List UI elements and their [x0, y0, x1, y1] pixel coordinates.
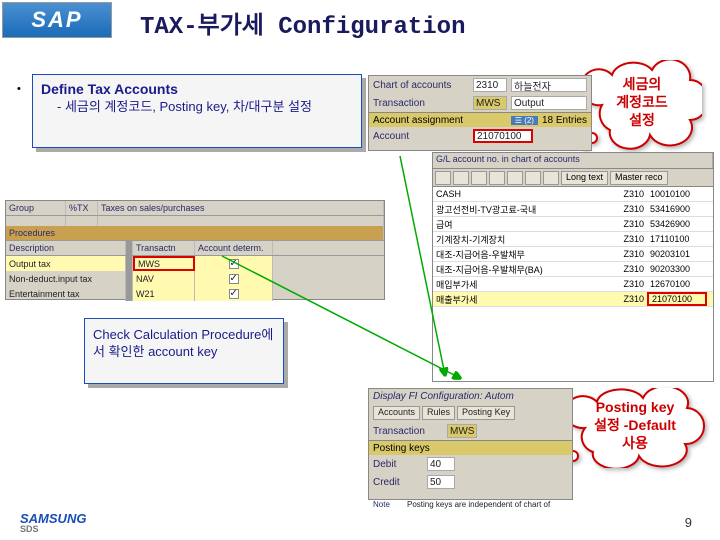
tool-icon[interactable]: [543, 171, 559, 185]
tool-icon[interactable]: [507, 171, 523, 185]
gl-row[interactable]: 대조-지급어음-우발채무(BA)Z31090203300: [433, 262, 713, 277]
transaction-value[interactable]: MWS: [473, 96, 507, 110]
gl-row[interactable]: 매입부가세Z31012670100: [433, 277, 713, 292]
transaction-label: Transaction: [373, 98, 469, 109]
long-text-btn[interactable]: Long text: [561, 171, 608, 185]
account-assignment-bar: Account assignment ☰ (2) 18 Entries: [369, 112, 591, 127]
bot-trans-val[interactable]: MWS: [447, 424, 477, 438]
callout-account-code: 세금의 계정코드 설정: [582, 60, 702, 150]
define-sub: - 세금의 계정코드, Posting key, 차/대구분 설정: [57, 99, 353, 116]
tab-posting-key[interactable]: Posting Key: [457, 406, 515, 420]
credit-label: Credit: [373, 477, 423, 488]
debit-value[interactable]: 40: [427, 457, 455, 471]
define-heading: Define Tax Accounts: [41, 81, 353, 97]
gl-row[interactable]: CASHZ31010010100: [433, 187, 713, 202]
tax-col: %TX: [66, 201, 98, 215]
gl-row[interactable]: 매출부가세Z31021070100: [433, 292, 713, 307]
bot-trans-label: Transaction: [373, 426, 443, 437]
account-label: Account: [373, 131, 469, 142]
chart-desc: 하늘전자: [511, 78, 587, 92]
note-text: Posting keys are independent of chart of: [407, 500, 550, 509]
gl-header: G/L account no. in chart of accounts: [433, 153, 713, 168]
credit-value[interactable]: 50: [427, 475, 455, 489]
sap-panel-posting-key: Display FI Configuration: Autom Accounts…: [368, 388, 573, 500]
define-tax-accounts-box: • Define Tax Accounts - 세금의 계정코드, Postin…: [32, 74, 362, 148]
sap-panel-gl-list: G/L account no. in chart of accounts Lon…: [432, 152, 714, 382]
note-label: Note: [373, 500, 403, 509]
sap-logo: SAP: [2, 2, 112, 38]
page-title: TAX-부가세 Configuration: [140, 5, 465, 41]
callout-posting-key: Posting key 설정 -Default 사용: [565, 388, 705, 468]
tool-icon[interactable]: [453, 171, 469, 185]
gl-toolbar: Long text Master reco: [433, 169, 713, 187]
chart-value[interactable]: 2310: [473, 78, 507, 92]
acct-determ-col: Account determ.: [195, 241, 273, 255]
tool-icon[interactable]: [489, 171, 505, 185]
master-recon-btn[interactable]: Master reco: [610, 171, 668, 185]
tab-rules[interactable]: Rules: [422, 406, 455, 420]
tool-icon[interactable]: [471, 171, 487, 185]
callout2-text: Posting key 설정 -Default 사용: [594, 398, 676, 453]
tab-accounts[interactable]: Accounts: [373, 406, 420, 420]
gl-row[interactable]: 기계장치-기계장치Z31017110100: [433, 232, 713, 247]
samsung-logo: SAMSUNGSDS: [20, 511, 86, 534]
account-value[interactable]: 21070100: [473, 129, 533, 143]
debit-label: Debit: [373, 459, 423, 470]
sap-panel-chart: Chart of accounts 2310 하늘전자 Transaction …: [368, 75, 592, 151]
chart-of-accounts-label: Chart of accounts: [373, 80, 469, 91]
procedures-label: Procedures: [6, 226, 384, 240]
callout1-text: 세금의 계정코드 설정: [616, 75, 668, 130]
group-col: Group: [6, 201, 66, 215]
gl-row[interactable]: 급여Z31053426900: [433, 217, 713, 232]
page-number: 9: [685, 515, 692, 530]
gl-row[interactable]: 대조-지급어음-우발채무Z31090203101: [433, 247, 713, 262]
gl-row[interactable]: 광고선전비-TV광고료-국내Z31053416900: [433, 202, 713, 217]
tool-icon[interactable]: [525, 171, 541, 185]
taxes-desc: Taxes on sales/purchases: [98, 201, 384, 215]
trans-col: Transactn: [133, 241, 195, 255]
transaction-desc: Output: [511, 96, 587, 110]
posting-keys-bar: Posting keys: [369, 440, 572, 455]
desc-col: Description: [6, 241, 126, 255]
